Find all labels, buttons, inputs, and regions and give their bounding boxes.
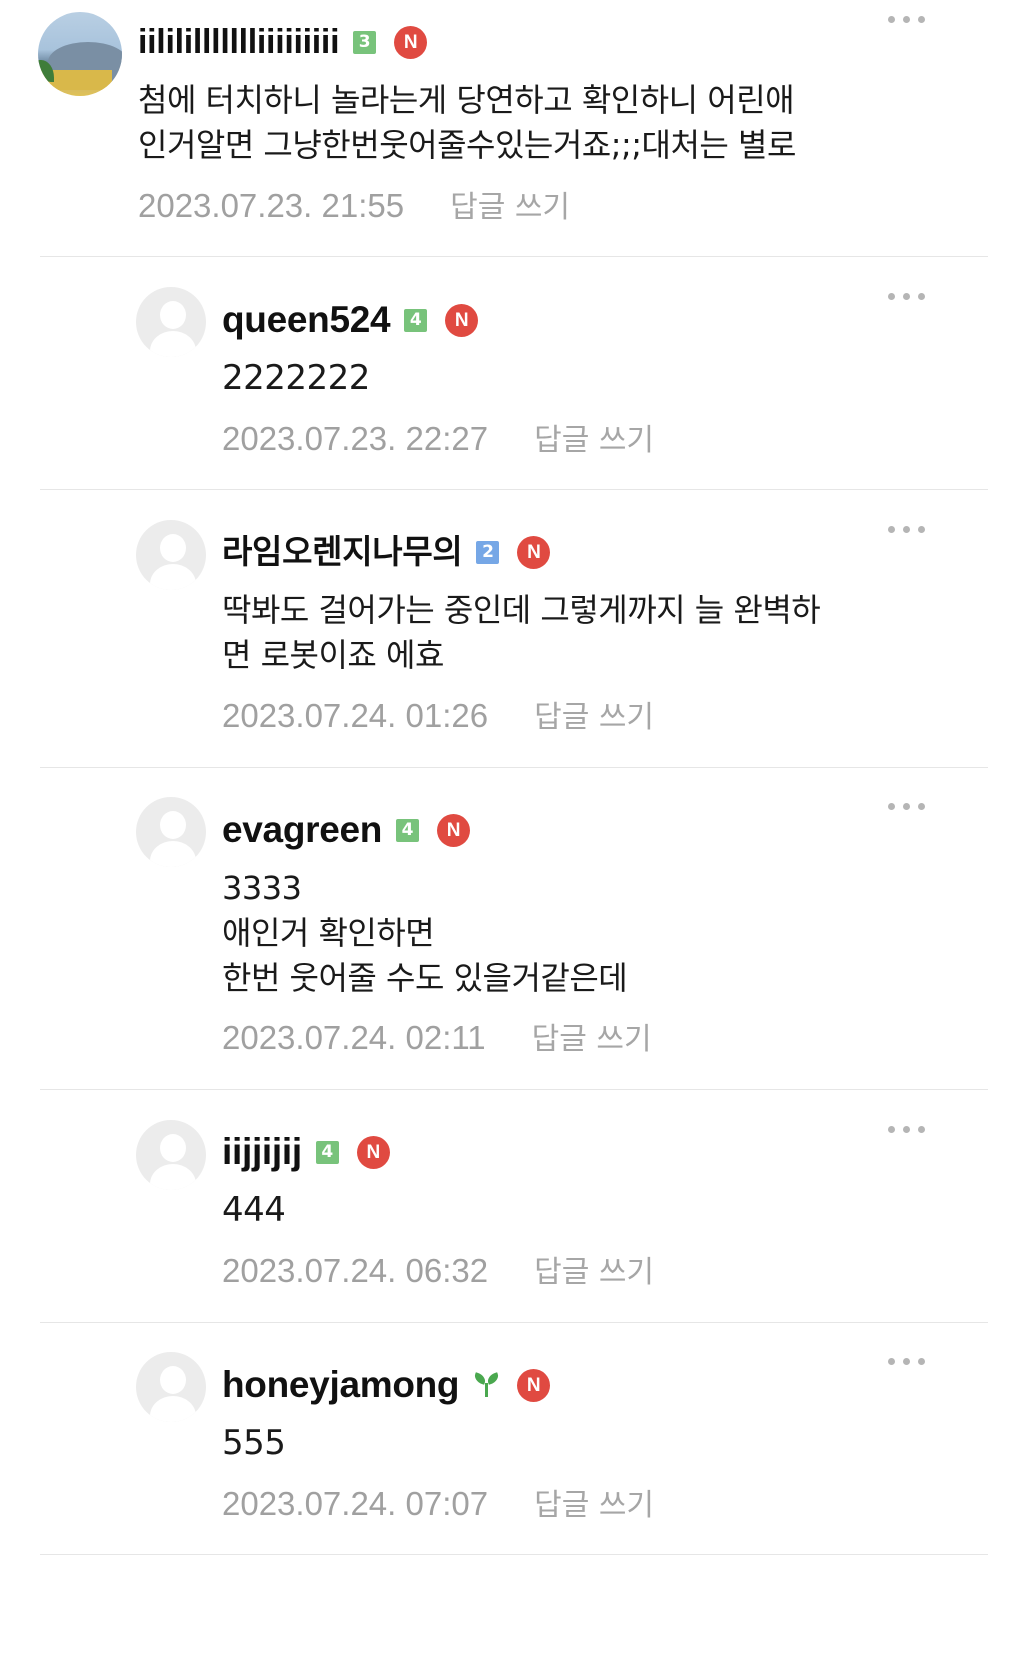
- comment-date: 2023.07.24. 06:32: [222, 1252, 489, 1289]
- level-badge: 2: [476, 540, 500, 564]
- more-options-icon[interactable]: [888, 524, 928, 534]
- new-badge: N: [445, 303, 479, 337]
- more-options-icon[interactable]: [888, 801, 928, 811]
- reply-button[interactable]: 답글 쓰기: [534, 1247, 654, 1291]
- level-badge: 4: [404, 308, 428, 332]
- more-options-icon[interactable]: [888, 1356, 928, 1366]
- sprout-icon: [473, 1372, 501, 1398]
- more-options-icon[interactable]: [888, 1124, 928, 1134]
- avatar[interactable]: [136, 1120, 206, 1190]
- avatar[interactable]: [136, 1352, 206, 1422]
- comment-date: 2023.07.23. 21:55: [138, 187, 405, 224]
- reply-button[interactable]: 답글 쓰기: [534, 415, 654, 459]
- more-options-icon[interactable]: [888, 14, 928, 24]
- divider: [40, 1322, 988, 1323]
- username[interactable]: iijjijij: [222, 1130, 302, 1174]
- reply-button[interactable]: 답글 쓰기: [532, 1014, 652, 1058]
- username[interactable]: honeyjamong: [222, 1363, 460, 1407]
- comment-text: 3333 애인거 확인하면 한번 웃어줄 수도 있을거같은데: [222, 869, 628, 997]
- more-options-icon[interactable]: [888, 291, 928, 301]
- reply-button[interactable]: 답글 쓰기: [534, 692, 654, 736]
- comment-text: 딱봐도 걸어가는 중인데 그렇게까지 늘 완벽하 면 로봇이죠 에효: [222, 591, 821, 674]
- username[interactable]: iililillllllliiiiiiiii: [138, 20, 340, 64]
- new-badge: N: [394, 25, 428, 59]
- comment-date: 2023.07.24. 01:26: [222, 697, 489, 734]
- username[interactable]: evagreen: [222, 808, 382, 852]
- avatar[interactable]: [136, 797, 206, 867]
- divider: [40, 489, 988, 490]
- comment-date: 2023.07.23. 22:27: [222, 420, 489, 457]
- username[interactable]: queen524: [222, 298, 391, 342]
- username[interactable]: 라임오렌지나무의: [222, 530, 463, 574]
- comment-text: 444: [222, 1190, 286, 1230]
- comment-text: 555: [222, 1423, 286, 1463]
- divider: [40, 1554, 988, 1555]
- new-badge: N: [437, 813, 471, 847]
- avatar[interactable]: [136, 287, 206, 357]
- new-badge: N: [356, 1135, 390, 1169]
- avatar[interactable]: [38, 12, 122, 96]
- level-badge: 3: [353, 30, 377, 54]
- new-badge: N: [517, 535, 551, 569]
- reply-button[interactable]: 답글 쓰기: [534, 1480, 654, 1524]
- new-badge: N: [517, 1368, 551, 1402]
- avatar[interactable]: [136, 520, 206, 590]
- level-badge: 4: [396, 818, 420, 842]
- divider: [40, 1089, 988, 1090]
- comment-date: 2023.07.24. 07:07: [222, 1485, 489, 1522]
- comment-date: 2023.07.24. 02:11: [222, 1019, 486, 1056]
- divider: [40, 256, 988, 257]
- reply-button[interactable]: 답글 쓰기: [450, 182, 570, 226]
- comment-text: 첨에 터치하니 놀라는게 당연하고 확인하니 어린애 인거알면 그냥한번웃어줄수…: [138, 81, 796, 164]
- comment-text: 2222222: [222, 358, 370, 398]
- divider: [40, 767, 988, 768]
- level-badge: 4: [315, 1140, 339, 1164]
